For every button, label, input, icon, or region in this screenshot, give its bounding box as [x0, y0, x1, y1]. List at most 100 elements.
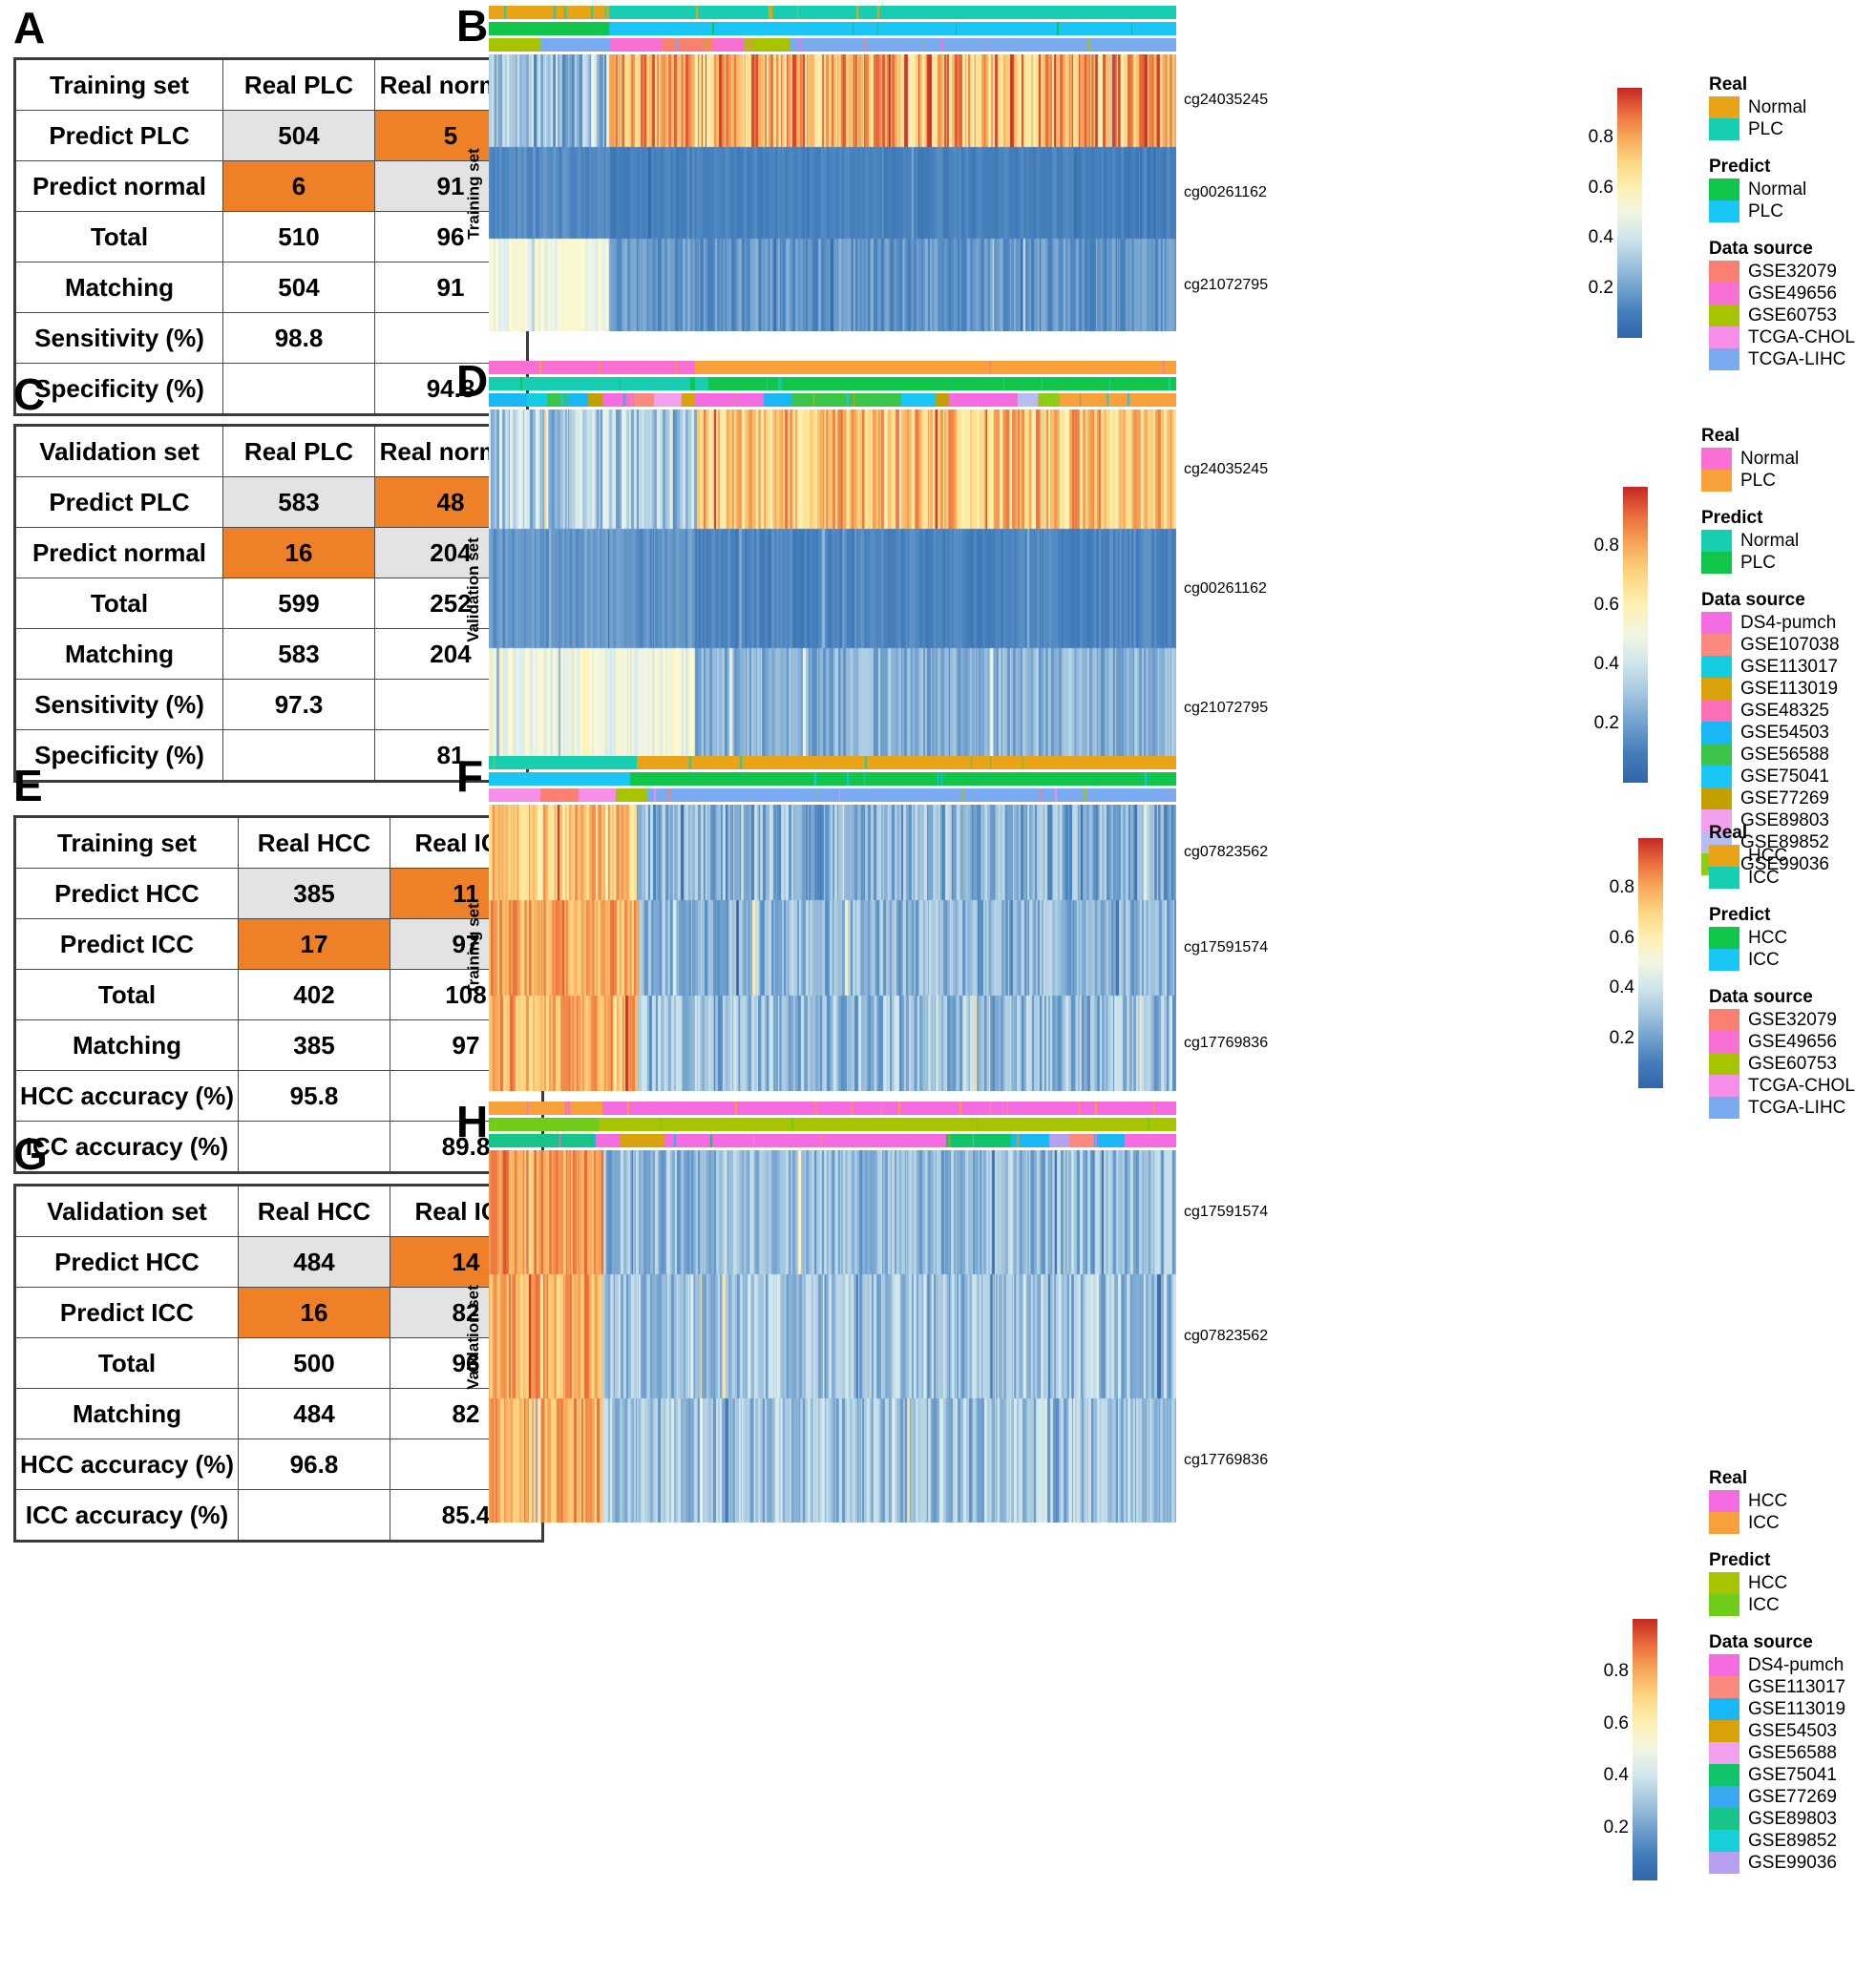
- legend-group-title: Predict: [1709, 1550, 1771, 1570]
- cpg-row-label: cg24035245: [1184, 92, 1269, 109]
- colorbar-gradient: [1633, 1619, 1657, 1880]
- legend-item: ICC: [1709, 867, 1855, 889]
- legend-item: Normal: [1701, 530, 1840, 552]
- column-header: Training set: [14, 58, 223, 111]
- legend-item-label: GSE32079: [1748, 1009, 1837, 1030]
- legend-swatch-icon: [1709, 96, 1739, 118]
- legend-item: GSE89803: [1709, 1808, 1845, 1830]
- legend-item-label: DS4-pumch: [1740, 612, 1837, 633]
- legend-item-label: GSE49656: [1748, 283, 1837, 304]
- legend-item: GSE75041: [1701, 766, 1840, 788]
- heatmap-canvas: [489, 1150, 1176, 1522]
- legend-spacer: [1709, 889, 1855, 905]
- panel-a: A Training set Real PLC Real normal Predict…: [13, 6, 529, 416]
- legend-item: GSE32079: [1709, 261, 1855, 283]
- legend-item-label: Normal: [1748, 96, 1807, 117]
- table-header-row: Validation set Real PLC Real normal: [14, 425, 528, 477]
- legend-group-items: HCC ICC: [1709, 1490, 1845, 1534]
- legend-item-label: GSE107038: [1740, 634, 1840, 655]
- legend-spacer: [1709, 971, 1855, 987]
- annotation-track-data-source: Data source: [489, 38, 1176, 52]
- legend-group-items: Normal PLC: [1709, 96, 1855, 140]
- table-cell: 98.8: [222, 312, 375, 364]
- row-label: Total: [14, 969, 239, 1020]
- cpg-row-label: cg21072795: [1184, 276, 1269, 293]
- legend-item-label: PLC: [1740, 552, 1776, 573]
- annotation-track-canvas: [489, 772, 1176, 786]
- colorbar-gradient: [1638, 838, 1663, 1088]
- legend-item-label: Normal: [1748, 178, 1807, 200]
- table-cell: 95.8: [237, 1070, 390, 1122]
- table-header-row: Training set Real PLC Real normal: [14, 58, 528, 111]
- panel-h: H: [456, 1100, 488, 1144]
- legend-group-title: Real: [1709, 1468, 1748, 1488]
- legend-swatch-icon: [1709, 867, 1739, 889]
- table-row: Matching 504 91: [14, 262, 528, 313]
- annotation-track-predict: Predict: [489, 22, 1176, 35]
- y-axis-title: Validation set: [463, 1285, 482, 1390]
- legend-swatch-icon: [1709, 118, 1739, 140]
- colorbar-tick: 0.8: [1593, 536, 1619, 556]
- legend-group-title: Real: [1709, 74, 1748, 94]
- colorbar-tick: 0.4: [1593, 654, 1619, 674]
- legend-swatch-icon: [1709, 949, 1739, 971]
- colorbar: 0.8 0.6 0.4 0.2: [1589, 88, 1642, 338]
- legend-item-label: TCGA-LIHC: [1748, 1097, 1846, 1118]
- table-cell: 484: [237, 1388, 390, 1439]
- legend-group-title: Data source: [1701, 590, 1805, 610]
- legend-item-label: GSE113017: [1740, 656, 1839, 677]
- annotation-track-predict: Predict: [489, 772, 1176, 786]
- legend-panelf: Real HCC ICC Predict HCC ICC Data source GSE320…: [1709, 823, 1855, 1119]
- annotation-track-canvas: [489, 756, 1176, 769]
- table-row: Matching 583 204: [14, 628, 528, 680]
- legend-item: TCGA-LIHC: [1709, 348, 1855, 370]
- colorbar-tick: 0.8: [1609, 877, 1634, 898]
- heatmap-canvas: [489, 54, 1176, 331]
- legend-swatch-icon: [1701, 634, 1732, 656]
- legend-item: PLC: [1709, 200, 1855, 222]
- legend-item-label: GSE77269: [1740, 788, 1829, 808]
- legend-swatch-icon: [1709, 845, 1739, 867]
- legend-swatch-icon: [1709, 1720, 1739, 1742]
- annotation-track-predict: Predict: [489, 377, 1176, 390]
- legend-swatch-icon: [1709, 1698, 1739, 1720]
- legend-item-label: GSE99036: [1748, 1852, 1837, 1873]
- legend-item: Normal: [1701, 448, 1840, 470]
- legend-group-items: HCC ICC: [1709, 845, 1855, 889]
- cpg-row-label: cg17591574: [1184, 1204, 1269, 1220]
- annotation-track-canvas: [489, 361, 1176, 374]
- legend-swatch-icon: [1701, 766, 1732, 788]
- table-row: Predict HCC 484 14: [14, 1236, 543, 1288]
- panel-a-table: Training set Real PLC Real normal Predict P…: [13, 57, 529, 416]
- legend-swatch-icon: [1709, 1512, 1739, 1534]
- legend-item: GSE113019: [1709, 1698, 1845, 1720]
- legend-item: ICC: [1709, 949, 1855, 971]
- annotation-track-data-source: Data source: [489, 788, 1176, 802]
- table-cell: 504: [222, 262, 375, 313]
- table-cell: 17: [237, 918, 390, 970]
- legend-item-label: GSE89803: [1748, 1808, 1837, 1829]
- panel-c-table: Validation set Real PLC Real normal Predict…: [13, 424, 529, 783]
- legend-item-label: TCGA-CHOL: [1748, 1075, 1855, 1096]
- heatmap-body: cg24035245 cg00261162 cg21072795 Validation…: [464, 410, 1268, 767]
- panel-a-letter: A: [13, 3, 46, 52]
- legend-panelh: Real HCC ICC Predict HCC ICC Data source DS4-pu…: [1709, 1468, 1845, 1874]
- legend-spacer: [1709, 1616, 1845, 1632]
- table-row: Predict ICC 17 97: [14, 918, 543, 970]
- cpg-row-label: cg17769836: [1184, 1452, 1269, 1468]
- table-cell: 583: [222, 628, 375, 680]
- colorbar-tick: 0.4: [1588, 227, 1613, 248]
- y-axis-title: Validation set: [463, 536, 482, 642]
- table-cell: 500: [237, 1337, 390, 1389]
- legend-item-label: HCC: [1748, 845, 1788, 866]
- legend-swatch-icon: [1701, 552, 1732, 574]
- row-label: Matching: [14, 262, 223, 313]
- table-row: ICC accuracy (%) 85.4: [14, 1489, 543, 1542]
- row-label: Sensitivity (%): [14, 679, 223, 730]
- panel-b-letter: B: [456, 1, 489, 51]
- panel-f-letter: F: [456, 751, 484, 801]
- table-row: Predict PLC 504 5: [14, 110, 528, 161]
- annotation-track-data-source: Data source: [489, 393, 1176, 407]
- row-label: Sensitivity (%): [14, 312, 223, 364]
- legend-item-label: PLC: [1748, 118, 1783, 139]
